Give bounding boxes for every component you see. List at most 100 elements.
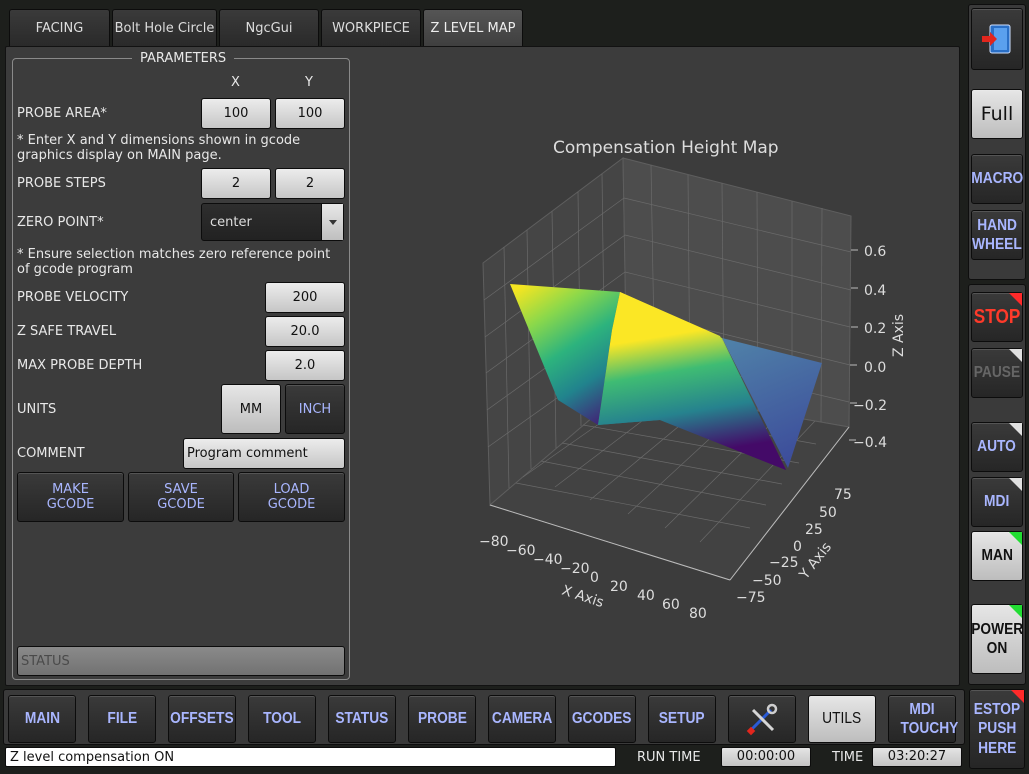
y-tick-label: 50	[819, 505, 837, 521]
plot-title: Compensation Height Map	[553, 138, 779, 158]
save-gcode-button[interactable]: SAVE GCODE	[128, 472, 234, 522]
z-tick-label: 0.6	[864, 244, 886, 260]
hand-wheel-button[interactable]: HAND WHEEL	[971, 210, 1023, 260]
zero-point-note: * Ensure selection matches zero referenc…	[17, 247, 331, 277]
comment-label: COMMENT	[17, 446, 85, 461]
status-placeholder: STATUS	[21, 654, 70, 669]
z-tick-label: −0.2	[853, 398, 887, 414]
run-time-value: 00:00:00	[721, 747, 811, 767]
nav-tool-button[interactable]: TOOL	[248, 695, 316, 743]
column-x-label: X	[231, 75, 240, 90]
nav-file-label: FILE	[107, 710, 137, 728]
save-gcode-label: SAVE GCODE	[157, 482, 205, 512]
probe-steps-y-input[interactable]: 2	[275, 168, 345, 199]
on-label: ON	[986, 640, 1008, 657]
tab-workpiece[interactable]: WORKPIECE	[321, 9, 421, 47]
x-axis-label: X Axis	[560, 583, 606, 612]
z-tick-label: 0.4	[864, 283, 886, 299]
load-gcode-button[interactable]: LOAD GCODE	[238, 472, 345, 522]
z-ticks: 0.6 0.4 0.2 0.0 −0.2 −0.4	[849, 244, 887, 451]
load-gcode-label: LOAD GCODE	[267, 482, 316, 512]
make-gcode-label: MAKE GCODE	[46, 482, 95, 512]
probe-area-y-input[interactable]: 100	[275, 98, 345, 129]
x-tick-label: −60	[506, 543, 536, 559]
full-button[interactable]: Full	[971, 89, 1023, 139]
y-tick-label: 0	[793, 539, 802, 555]
estop-button[interactable]: ESTOP PUSH HERE	[969, 689, 1025, 769]
power-label: POWER	[971, 620, 1024, 638]
x-tick-label: −80	[479, 534, 509, 550]
probe-steps-x-input[interactable]: 2	[201, 168, 271, 199]
comment-input[interactable]: Program comment	[183, 438, 345, 469]
x-tick-label: 20	[610, 579, 628, 595]
mdi-label: MDI	[984, 493, 1010, 511]
z-safe-travel-input[interactable]: 20.0	[265, 316, 345, 347]
z-axis-label: Z Axis	[891, 314, 907, 357]
auto-label: AUTO	[977, 438, 1017, 456]
x-tick-label: −40	[533, 552, 563, 568]
nav-main-label: MAIN	[24, 710, 60, 728]
man-label: MAN	[981, 547, 1013, 565]
nav-gcodes-button[interactable]: GCODES	[568, 695, 636, 743]
pause-button[interactable]: PAUSE	[971, 348, 1023, 398]
nav-file-button[interactable]: FILE	[88, 695, 156, 743]
make-gcode-button[interactable]: MAKE GCODE	[17, 472, 124, 522]
stop-label: STOP	[973, 306, 1021, 328]
y-tick-label: −25	[769, 555, 799, 571]
probe-area-x-input[interactable]: 100	[201, 98, 271, 129]
column-y-label: Y	[305, 75, 313, 90]
nav-utils-label: UTILS	[822, 710, 862, 728]
run-time-label: RUN TIME	[637, 750, 701, 765]
y-tick-label: −50	[752, 573, 782, 589]
nav-tools-button[interactable]	[728, 695, 796, 743]
time-label: TIME	[832, 750, 864, 765]
max-probe-depth-input[interactable]: 2.0	[265, 350, 345, 381]
nav-mdi-touchy-button[interactable]: MDI TOUCHY	[888, 695, 959, 743]
power-on-button[interactable]: POWER ON	[971, 604, 1023, 674]
zero-point-select[interactable]: center	[201, 203, 344, 241]
probe-area-note: * Enter X and Y dimensions shown in gcod…	[17, 133, 301, 163]
z-tick-label: −0.4	[853, 435, 887, 451]
max-probe-depth-label: MAX PROBE DEPTH	[17, 358, 143, 373]
x-tick-label: 60	[662, 597, 680, 613]
tab-ngcgui[interactable]: NgcGui	[219, 9, 319, 47]
nav-camera-label: CAMERA	[491, 710, 553, 728]
macro-label: MACRO	[971, 170, 1023, 188]
nav-status-button[interactable]: STATUS	[328, 695, 396, 743]
tab-z-level-map[interactable]: Z LEVEL MAP	[423, 9, 523, 47]
height-map-plot: 0.6 0.4 0.2 0.0 −0.2 −0.4 75 50 25 0 −25…	[479, 138, 907, 622]
macro-button[interactable]: MACRO	[971, 154, 1023, 204]
exit-button[interactable]	[971, 8, 1023, 70]
z-safe-travel-label: Z SAFE TRAVEL	[17, 324, 117, 339]
here-label: HERE	[977, 739, 1017, 757]
units-mm-button[interactable]: MM	[221, 384, 281, 434]
nav-mdi-touchy-label: MDI TOUCHY	[900, 700, 959, 737]
units-label: UNITS	[17, 402, 57, 417]
status-field: STATUS	[17, 646, 345, 676]
y-tick-label: −75	[736, 590, 766, 606]
nav-tool-label: TOOL	[263, 710, 301, 728]
x-tick-label: 40	[637, 588, 655, 604]
zero-point-label: ZERO POINT*	[17, 215, 104, 230]
tab-facing[interactable]: FACING	[9, 9, 110, 47]
nav-offsets-button[interactable]: OFFSETS	[168, 695, 236, 743]
mdi-mode-button[interactable]: MDI	[971, 477, 1023, 527]
nav-camera-button[interactable]: CAMERA	[488, 695, 556, 743]
y-tick-label: 75	[834, 487, 852, 503]
probe-velocity-input[interactable]: 200	[265, 282, 345, 313]
auto-mode-button[interactable]: AUTO	[971, 422, 1023, 472]
status-message: Z level compensation ON	[5, 747, 616, 767]
units-inch-button[interactable]: INCH	[285, 384, 345, 434]
estop-label: ESTOP	[973, 701, 1021, 719]
tab-bolt-hole-circle[interactable]: Bolt Hole Circle	[112, 9, 217, 47]
manual-mode-button[interactable]: MAN	[971, 531, 1023, 581]
dropdown-arrow-icon[interactable]	[321, 204, 343, 240]
nav-setup-label: SETUP	[659, 710, 705, 728]
nav-probe-button[interactable]: PROBE	[408, 695, 476, 743]
nav-main-button[interactable]: MAIN	[8, 695, 76, 743]
stop-button[interactable]: STOP	[971, 292, 1023, 342]
nav-status-label: STATUS	[335, 710, 389, 728]
nav-utils-button[interactable]: UTILS	[808, 695, 876, 743]
nav-setup-button[interactable]: SETUP	[648, 695, 716, 743]
y-tick-label: 25	[805, 522, 823, 538]
